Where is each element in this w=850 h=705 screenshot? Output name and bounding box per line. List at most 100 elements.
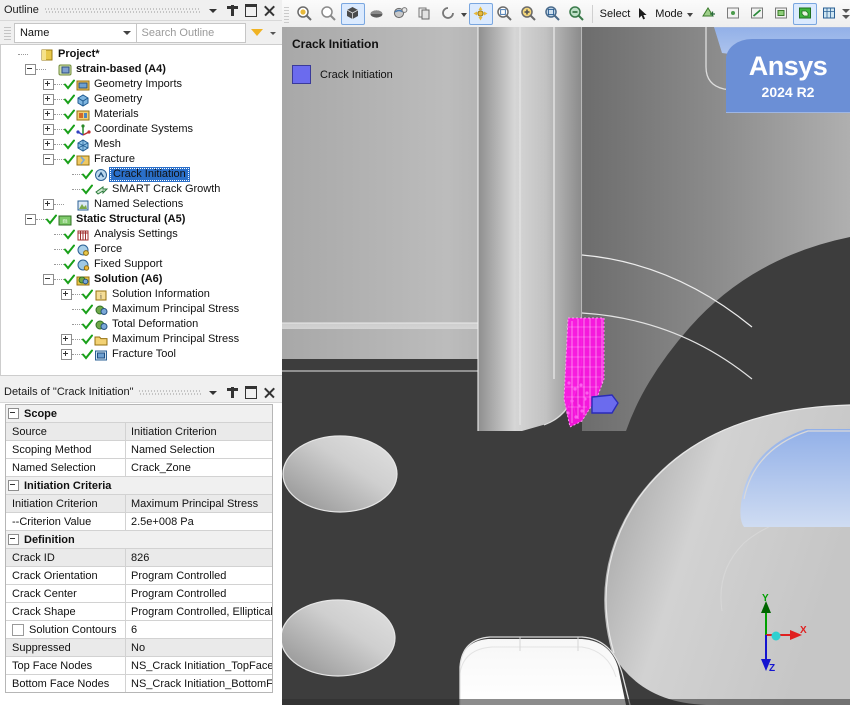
tree-item-fracture-tool[interactable]: Fracture Tool <box>1 347 282 362</box>
body-select-icon[interactable] <box>793 3 817 25</box>
group-collapse-icon[interactable] <box>8 480 19 491</box>
details-property-value[interactable]: Program Controlled, Elliptical <box>126 603 272 620</box>
outline-close-icon[interactable] <box>263 4 276 17</box>
tree-item-force[interactable]: Force <box>1 242 282 257</box>
solution-contours-checkbox[interactable] <box>12 624 24 636</box>
tree-item-mesh[interactable]: Mesh <box>1 137 282 152</box>
graphics-toolbar-grip[interactable] <box>284 5 289 23</box>
details-property-value[interactable]: Program Controlled <box>126 585 272 602</box>
mode-caret-down-icon[interactable] <box>687 10 693 18</box>
details-pin-icon[interactable] <box>226 386 239 399</box>
details-close-icon[interactable] <box>263 386 276 399</box>
details-property-row: Bottom Face Nodes NS_Crack Initiation_Bot… <box>6 675 272 692</box>
details-group-header[interactable]: Definition <box>6 531 272 549</box>
details-property-value[interactable]: Named Selection <box>126 441 272 458</box>
outline-column-select[interactable]: Name <box>14 23 137 43</box>
outline-maximize-icon[interactable] <box>245 4 257 17</box>
details-property-value[interactable]: Initiation Criterion <box>126 423 272 440</box>
zoom-in-icon[interactable] <box>517 3 541 25</box>
tree-item-coordinate-systems[interactable]: Coordinate Systems <box>1 122 282 137</box>
tree-expand-icon[interactable] <box>43 79 54 90</box>
tree-item-fixed-support[interactable]: Fixed Support <box>1 257 282 272</box>
tree-item-solution-information[interactable]: iSolution Information <box>1 287 282 302</box>
legend-row: Crack Initiation <box>292 65 393 84</box>
tree-item-crack-initiation[interactable]: Crack Initiation <box>1 167 282 182</box>
force-icon <box>76 243 91 257</box>
outline-caret-icon[interactable] <box>207 4 220 17</box>
tree-item-maximum-principal-stress[interactable]: Maximum Principal Stress <box>1 302 282 317</box>
outline-pin-icon[interactable] <box>226 4 239 17</box>
magnifier-icon[interactable] <box>317 3 341 25</box>
details-property-value[interactable]: Crack_Zone <box>126 459 272 476</box>
tree-expand-icon[interactable] <box>61 349 72 360</box>
tree-collapse-icon[interactable] <box>25 214 36 225</box>
details-group-header[interactable]: Scope <box>6 405 272 423</box>
rotate-view-icon[interactable] <box>389 3 413 25</box>
tree-expand-icon[interactable] <box>43 124 54 135</box>
tree-expand-icon[interactable] <box>43 199 54 210</box>
tree-item-materials[interactable]: Materials <box>1 107 282 122</box>
face-select-icon[interactable] <box>769 3 793 25</box>
zoom-to-fit-icon[interactable] <box>293 3 317 25</box>
section-view-icon[interactable] <box>365 3 389 25</box>
copy-view-icon[interactable] <box>413 3 437 25</box>
tree-item-smart-crack-growth[interactable]: SMART Crack Growth <box>1 182 282 197</box>
tree-item-maximum-principal-stress[interactable]: Maximum Principal Stress <box>1 332 282 347</box>
expand-all-chevron-icon[interactable] <box>251 26 264 39</box>
tree-expand-icon[interactable] <box>61 289 72 300</box>
details-property-value[interactable]: Maximum Principal Stress <box>126 495 272 512</box>
tree-item-named-selections[interactable]: Named Selections <box>1 197 282 212</box>
tree-item-strain-based-a4[interactable]: strain-based (A4) <box>1 62 282 77</box>
details-property-value[interactable]: 826 <box>126 549 272 566</box>
tree-item-fracture[interactable]: Fracture <box>1 152 282 167</box>
mode-label[interactable]: Mode <box>651 8 687 20</box>
details-caret-icon[interactable] <box>207 386 220 399</box>
tree-item-geometry-imports[interactable]: Geometry Imports <box>1 77 282 92</box>
details-maximize-icon[interactable] <box>245 386 257 399</box>
3d-viewport[interactable]: Crack Initiation Crack Initiation Ansys … <box>282 27 850 705</box>
tree-item-solution-a6[interactable]: Solution (A6) <box>1 272 282 287</box>
select-label[interactable]: Select <box>596 8 635 20</box>
tree-item-geometry[interactable]: Geometry <box>1 92 282 107</box>
zoom-out-icon[interactable] <box>565 3 589 25</box>
select-mesh-icon[interactable] <box>697 3 721 25</box>
filterbar-grip[interactable] <box>4 25 11 41</box>
filter-more-caret-icon[interactable] <box>269 28 278 37</box>
group-collapse-icon[interactable] <box>8 408 19 419</box>
tree-item-total-deformation[interactable]: Total Deformation <box>1 317 282 332</box>
edge-select-icon[interactable] <box>745 3 769 25</box>
details-property-value[interactable]: NS_Crack Initiation_BottomFa... <box>126 675 272 692</box>
toolbar-overflow-icon[interactable] <box>841 3 850 25</box>
zoom-box-icon[interactable] <box>493 3 517 25</box>
tree-item-static-structural-a5[interactable]: mStatic Structural (A5) <box>1 212 282 227</box>
tree-expand-icon[interactable] <box>43 94 54 105</box>
details-panel-title: Details of "Crack Initiation" <box>4 386 133 398</box>
zoom-fit-icon[interactable] <box>541 3 565 25</box>
rotate-circle-icon[interactable] <box>437 3 461 25</box>
iso-view-cube-icon[interactable] <box>341 3 365 25</box>
details-property-value[interactable]: NS_Crack Initiation_TopFace <box>126 657 272 674</box>
tree-collapse-icon[interactable] <box>43 274 54 285</box>
box-select-icon[interactable] <box>817 3 841 25</box>
search-outline-input[interactable]: Search Outline <box>137 23 247 43</box>
details-property-value[interactable]: 6 <box>126 621 272 638</box>
pan-icon[interactable] <box>469 3 493 25</box>
tree-expand-icon[interactable] <box>43 109 54 120</box>
details-property-value[interactable]: Program Controlled <box>126 567 272 584</box>
details-property-value[interactable]: 2.5e+008 Pa <box>126 513 272 530</box>
coordinate-triad[interactable]: Y X Z <box>738 595 808 675</box>
tree-expand-icon[interactable] <box>61 334 72 345</box>
cursor-arrow-icon[interactable] <box>634 3 651 25</box>
vertex-select-icon[interactable] <box>721 3 745 25</box>
tree-item-project[interactable]: Project* <box>1 47 282 62</box>
tree-connector <box>72 324 82 326</box>
tree-expand-icon[interactable] <box>43 139 54 150</box>
rotate-dropdown-caret[interactable] <box>461 10 469 18</box>
details-property-key-text: Bottom Face Nodes <box>12 678 109 690</box>
details-property-value[interactable]: No <box>126 639 272 656</box>
details-group-header[interactable]: Initiation Criteria <box>6 477 272 495</box>
tree-collapse-icon[interactable] <box>25 64 36 75</box>
tree-collapse-icon[interactable] <box>43 154 54 165</box>
group-collapse-icon[interactable] <box>8 534 19 545</box>
tree-item-analysis-settings[interactable]: Analysis Settings <box>1 227 282 242</box>
